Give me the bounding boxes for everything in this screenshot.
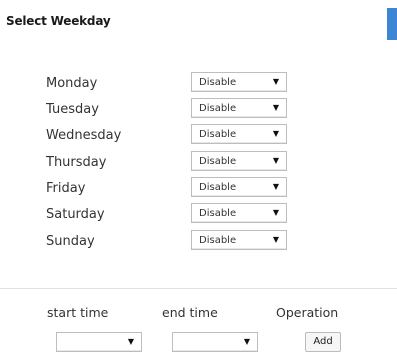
friday-select-value: Disable	[199, 182, 237, 193]
sunday-select-value: Disable	[199, 235, 237, 246]
chevron-down-icon: ▼	[272, 208, 279, 217]
page-title: Select Weekday	[6, 14, 111, 28]
chevron-down-icon: ▼	[272, 235, 279, 244]
chevron-down-icon: ▼	[272, 129, 279, 138]
friday-select[interactable]: Disable ▼	[191, 177, 287, 197]
day-label-monday: Monday	[46, 76, 98, 91]
sunday-select[interactable]: Disable ▼	[191, 230, 287, 250]
saturday-select[interactable]: Disable ▼	[191, 203, 287, 223]
thursday-select[interactable]: Disable ▼	[191, 151, 287, 171]
day-label-tuesday: Tuesday	[46, 102, 99, 117]
tuesday-select-value: Disable	[199, 103, 237, 114]
chevron-down-icon: ▼	[272, 77, 279, 86]
chevron-down-icon: ▼	[127, 337, 134, 346]
start-time-label: start time	[47, 305, 109, 320]
day-label-saturday: Saturday	[46, 207, 105, 222]
accent-bar	[387, 8, 397, 40]
day-label-friday: Friday	[46, 181, 86, 196]
tuesday-select[interactable]: Disable ▼	[191, 98, 287, 118]
monday-select[interactable]: Disable ▼	[191, 72, 287, 92]
chevron-down-icon: ▼	[272, 156, 279, 165]
wednesday-select-value: Disable	[199, 129, 237, 140]
monday-select-value: Disable	[199, 77, 237, 88]
chevron-down-icon: ▼	[272, 182, 279, 191]
start-time-select[interactable]: ▼	[56, 332, 142, 352]
end-time-label: end time	[162, 305, 218, 320]
operation-label: Operation	[276, 305, 339, 320]
chevron-down-icon: ▼	[272, 103, 279, 112]
wednesday-select[interactable]: Disable ▼	[191, 124, 287, 144]
section-divider	[0, 288, 397, 289]
day-label-wednesday: Wednesday	[46, 128, 122, 143]
saturday-select-value: Disable	[199, 208, 237, 219]
end-time-select[interactable]: ▼	[172, 332, 258, 352]
add-button[interactable]: Add	[305, 332, 341, 352]
day-label-sunday: Sunday	[46, 234, 95, 249]
chevron-down-icon: ▼	[243, 337, 250, 346]
thursday-select-value: Disable	[199, 156, 237, 167]
day-label-thursday: Thursday	[46, 155, 107, 170]
